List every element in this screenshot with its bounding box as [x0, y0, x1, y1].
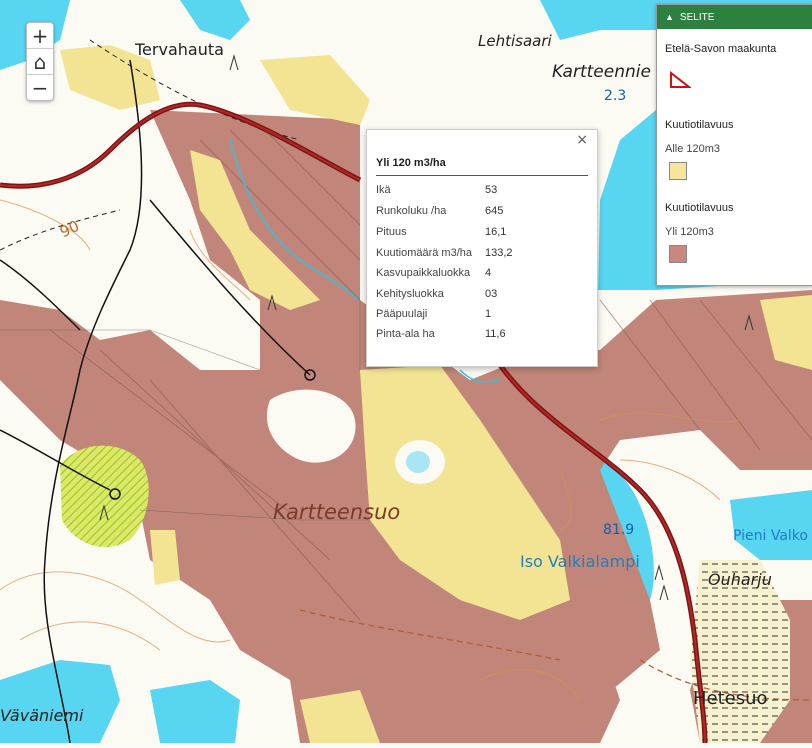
popup-row-value: 16,1 — [485, 226, 507, 238]
popup-row: Runkoluku /ha 645 — [376, 205, 588, 221]
popup-row: Pääpuulaji 1 — [376, 308, 588, 324]
popup-row: Pinta-ala ha 11,6 — [376, 328, 588, 344]
popup-row: Kasvupaikkaluokka 4 — [376, 267, 588, 283]
popup-row-label: Runkoluku /ha — [376, 205, 447, 217]
legend-title: SELITE — [679, 11, 715, 23]
legend-group2-item: Yli 120m3 — [665, 226, 714, 238]
popup-row-label: Pinta-ala ha — [376, 328, 435, 340]
region-outline-icon — [670, 71, 691, 88]
popup-row-value: 53 — [485, 184, 498, 196]
zoom-in-button[interactable]: + — [27, 23, 53, 49]
zoom-out-button[interactable]: − — [27, 75, 53, 100]
popup-row-label: Pituus — [376, 226, 407, 238]
popup-divider — [376, 175, 588, 176]
popup-row-label: Kasvupaikkaluokka — [376, 267, 471, 279]
popup-title: Yli 120 m3/ha — [376, 157, 446, 169]
popup-row-value: 645 — [485, 205, 504, 217]
home-button[interactable]: ⌂ — [27, 49, 53, 75]
popup-row-label: Kuutiomäärä m3/ha — [376, 247, 472, 259]
legend-group1-title: Kuutiotilavuus — [665, 119, 734, 131]
legend-region-title: Etelä-Savon maakunta — [665, 43, 777, 55]
popup-row-value: 1 — [485, 308, 492, 320]
popup-row: Ikä 53 — [376, 184, 588, 200]
legend-header[interactable]: ▲ SELITE — [657, 5, 812, 29]
legend-swatch-alle — [669, 162, 687, 180]
popup-row: Pituus 16,1 — [376, 226, 588, 242]
popup-close-button[interactable]: × — [576, 132, 588, 148]
popup-row-label: Kehitysluokka — [376, 288, 444, 300]
chevron-up-icon[interactable]: ▲ — [665, 12, 674, 22]
popup-row-value: 03 — [485, 288, 498, 300]
popup-row-value: 11,6 — [485, 328, 506, 340]
popup-row-value: 133,2 — [485, 247, 513, 259]
legend-group1-item: Alle 120m3 — [665, 143, 721, 155]
popup-row-label: Pääpuulaji — [376, 308, 428, 320]
legend-swatch-yli — [669, 245, 687, 263]
popup-row-value: 4 — [485, 267, 492, 279]
forest-under-120-w[interactable] — [150, 530, 180, 585]
popup-row: Kuutiomäärä m3/ha 133,2 — [376, 247, 588, 263]
popup-row: Kehitysluokka 03 — [376, 288, 588, 304]
feature-info-popup: × Yli 120 m3/ha Ikä 53 Runkoluku /ha 645 P… — [366, 129, 598, 367]
legend-panel: ▲ SELITE Etelä-Savon maakunta Kuutiotila… — [656, 4, 812, 286]
legend-group2-title: Kuutiotilavuus — [665, 202, 734, 214]
hatched-area[interactable] — [60, 445, 149, 548]
popup-row-label: Ikä — [376, 184, 391, 196]
zoom-control: + ⌂ − — [26, 22, 54, 101]
